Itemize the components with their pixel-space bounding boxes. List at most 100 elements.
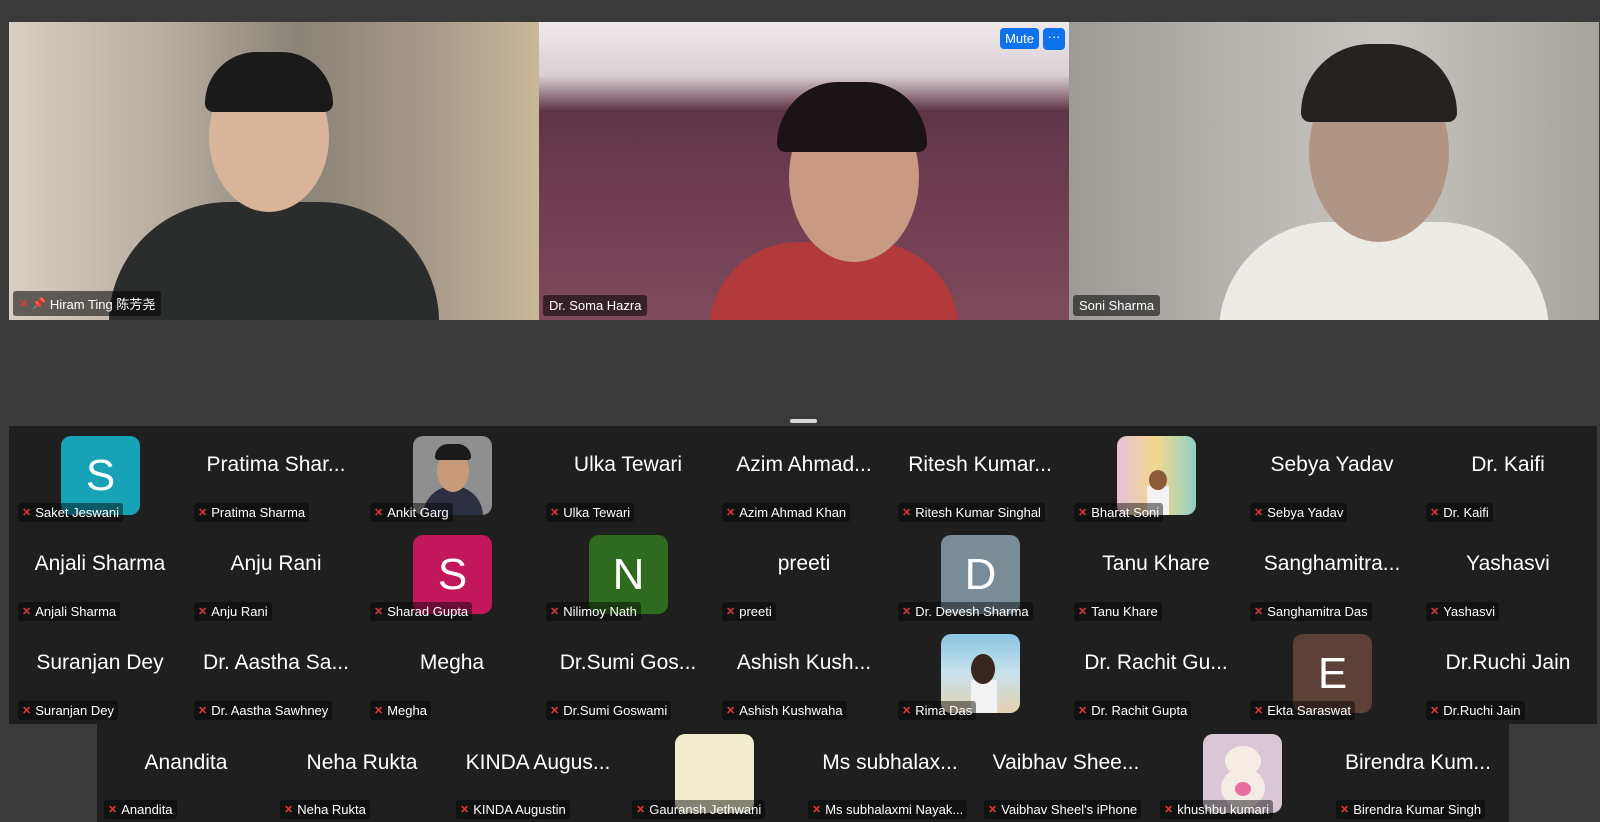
participant-name-tag: ✕ Azim Ahmad Khan: [722, 503, 851, 522]
participant-tile[interactable]: Anandita ✕ Anandita: [98, 724, 274, 822]
participant-tile[interactable]: D ✕ Dr. Devesh Sharma: [892, 525, 1068, 624]
participant-name: Ashish Kushwaha: [739, 703, 843, 718]
participant-name-tag: ✕ Anjali Sharma: [18, 602, 121, 621]
participant-display-name: Pratima Shar...: [206, 453, 346, 476]
participant-display-name: Dr. Rachit Gu...: [1084, 651, 1228, 674]
participant-name-tag: ✕ Suranjan Dey: [18, 701, 118, 720]
video-tile-2[interactable]: Mute ··· Dr. Soma Hazra: [539, 22, 1069, 320]
participant-tile[interactable]: Vaibhav Shee... ✕ Vaibhav Sheel's iPhone: [978, 724, 1154, 822]
participant-tile[interactable]: ✕ Rima Das: [892, 624, 1068, 723]
mic-muted-icon: ✕: [284, 804, 294, 816]
video-tile-3[interactable]: Soni Sharma: [1069, 22, 1599, 320]
participant-tile[interactable]: ✕ khushbu kumari: [1154, 724, 1330, 822]
participant-name-tag: ✕ preeti: [722, 602, 776, 621]
participant-tile[interactable]: Dr.Ruchi Jain ✕ Dr.Ruchi Jain: [1420, 624, 1596, 723]
participant-tile[interactable]: Dr. Rachit Gu... ✕ Dr. Rachit Gupta: [1068, 624, 1244, 723]
participant-name: Gauransh Jethwani: [649, 802, 762, 817]
mic-muted-icon: ✕: [902, 606, 912, 618]
mic-muted-icon: ✕: [726, 606, 736, 618]
participant-tile[interactable]: Ms subhalax... ✕ Ms subhalaxmi Nayak...: [802, 724, 978, 822]
participant-tile[interactable]: Ritesh Kumar... ✕ Ritesh Kumar Singhal: [892, 426, 1068, 525]
mic-muted-icon: ✕: [374, 606, 384, 618]
participant-display-name: Dr. Aastha Sa...: [203, 651, 349, 674]
participant-tile[interactable]: Ashish Kush... ✕ Ashish Kushwaha: [716, 624, 892, 723]
mic-muted-icon: ✕: [1254, 705, 1264, 717]
participant-name-tag: ✕ Ankit Garg: [370, 503, 453, 522]
participant-tile[interactable]: Neha Rukta ✕ Neha Rukta: [274, 724, 450, 822]
mic-muted-icon: ✕: [1164, 804, 1174, 816]
mic-muted-icon: ✕: [1254, 606, 1264, 618]
mic-muted-icon: ✕: [374, 507, 384, 519]
resize-handle[interactable]: [790, 419, 817, 423]
participant-tile[interactable]: Dr. Aastha Sa... ✕ Dr. Aastha Sawhney: [188, 624, 364, 723]
participant-tile[interactable]: S ✕ Saket Jeswani: [12, 426, 188, 525]
participant-name: Dr.Ruchi Jain: [1443, 703, 1521, 718]
participant-display-name: Dr.Sumi Gos...: [559, 651, 697, 674]
participant-tile[interactable]: S ✕ Sharad Gupta: [364, 525, 540, 624]
participant-name: Rima Das: [915, 703, 973, 718]
participant-tile[interactable]: Anju Rani ✕ Anju Rani: [188, 525, 364, 624]
participant-name: Dr. Soma Hazra: [549, 298, 642, 313]
participant-tile[interactable]: ✕ Ankit Garg: [364, 426, 540, 525]
participant-tile[interactable]: N ✕ Nilimoy Nath: [540, 525, 716, 624]
participant-tile[interactable]: Yashasvi ✕ Yashasvi: [1420, 525, 1596, 624]
participant-name: Dr. Aastha Sawhney: [211, 703, 329, 718]
participant-tile[interactable]: Megha ✕ Megha: [364, 624, 540, 723]
participant-tile[interactable]: Dr.Sumi Gos... ✕ Dr.Sumi Goswami: [540, 624, 716, 723]
more-options-button[interactable]: ···: [1043, 28, 1065, 50]
participant-name-tag: ✕ Megha: [370, 701, 431, 720]
participant-name: khushbu kumari: [1177, 802, 1269, 817]
participant-display-name: Suranjan Dey: [36, 651, 164, 674]
participant-tile[interactable]: Sanghamitra... ✕ Sanghamitra Das: [1244, 525, 1420, 624]
participant-tile[interactable]: Ulka Tewari ✕ Ulka Tewari: [540, 426, 716, 525]
participant-display-name: Ashish Kush...: [736, 651, 872, 674]
participant-name-tag: ✕ Ritesh Kumar Singhal: [898, 503, 1045, 522]
participant-tile[interactable]: Pratima Shar... ✕ Pratima Sharma: [188, 426, 364, 525]
participant-display-name: Azim Ahmad...: [736, 453, 872, 476]
mute-button[interactable]: Mute: [1000, 28, 1039, 49]
mic-muted-icon: ✕: [460, 804, 470, 816]
participant-display-name: Vaibhav Shee...: [992, 751, 1140, 774]
mic-muted-icon: ✕: [374, 705, 384, 717]
participant-display-name: KINDA Augus...: [465, 751, 611, 774]
participant-name: KINDA Augustin: [473, 802, 566, 817]
participant-name-tag: ✕ Dr. Kaifi: [1426, 503, 1493, 522]
participant-tile[interactable]: Azim Ahmad... ✕ Azim Ahmad Khan: [716, 426, 892, 525]
participant-tile[interactable]: KINDA Augus... ✕ KINDA Augustin: [450, 724, 626, 822]
participant-tile[interactable]: preeti ✕ preeti: [716, 525, 892, 624]
participant-name: Vaibhav Sheel's iPhone: [1001, 802, 1138, 817]
participant-tile[interactable]: Birendra Kum... ✕ Birendra Kumar Singh: [1330, 724, 1506, 822]
mic-muted-icon: ✕: [812, 804, 822, 816]
participant-name: Ulka Tewari: [563, 505, 631, 520]
video-tile-1[interactable]: ✕ 📌 Hiram Ting 陈芳尧: [9, 22, 539, 320]
participant-name: Nilimoy Nath: [563, 604, 637, 619]
participant-name-tag: ✕ Rima Das: [898, 701, 977, 720]
participant-tile[interactable]: ✕ Bharat Soni: [1068, 426, 1244, 525]
participant-display-name: Ritesh Kumar...: [908, 453, 1052, 476]
participant-name: Ritesh Kumar Singhal: [915, 505, 1041, 520]
participant-name: Sanghamitra Das: [1267, 604, 1368, 619]
participant-display-name: Sanghamitra...: [1263, 552, 1401, 575]
participant-name: Saket Jeswani: [35, 505, 120, 520]
mic-muted-icon: ✕: [636, 804, 646, 816]
mic-muted-icon: ✕: [902, 705, 912, 717]
participant-tile[interactable]: Suranjan Dey ✕ Suranjan Dey: [12, 624, 188, 723]
participant-display-name: Birendra Kum...: [1345, 751, 1491, 774]
participant-tile[interactable]: E ✕ Ekta Saraswat: [1244, 624, 1420, 723]
video-name-tag: Dr. Soma Hazra: [543, 295, 648, 316]
mic-muted-icon: ✕: [198, 705, 208, 717]
participant-name-tag: ✕ Pratima Sharma: [194, 503, 310, 522]
mic-muted-icon: ✕: [550, 705, 560, 717]
participant-display-name: Anju Rani: [230, 552, 322, 575]
participant-display-name: Ulka Tewari: [573, 453, 683, 476]
mic-muted-icon: ✕: [1078, 606, 1088, 618]
participant-name: Pratima Sharma: [211, 505, 306, 520]
participant-tile[interactable]: ✕ Gauransh Jethwani: [626, 724, 802, 822]
mic-muted-icon: ✕: [726, 705, 736, 717]
participant-tile[interactable]: Anjali Sharma ✕ Anjali Sharma: [12, 525, 188, 624]
participant-tile[interactable]: Tanu Khare ✕ Tanu Khare: [1068, 525, 1244, 624]
participant-tile[interactable]: Dr. Kaifi ✕ Dr. Kaifi: [1420, 426, 1596, 525]
participant-name-tag: ✕ Ms subhalaxmi Nayak...: [808, 800, 968, 819]
participant-name: Megha: [387, 703, 427, 718]
participant-tile[interactable]: Sebya Yadav ✕ Sebya Yadav: [1244, 426, 1420, 525]
